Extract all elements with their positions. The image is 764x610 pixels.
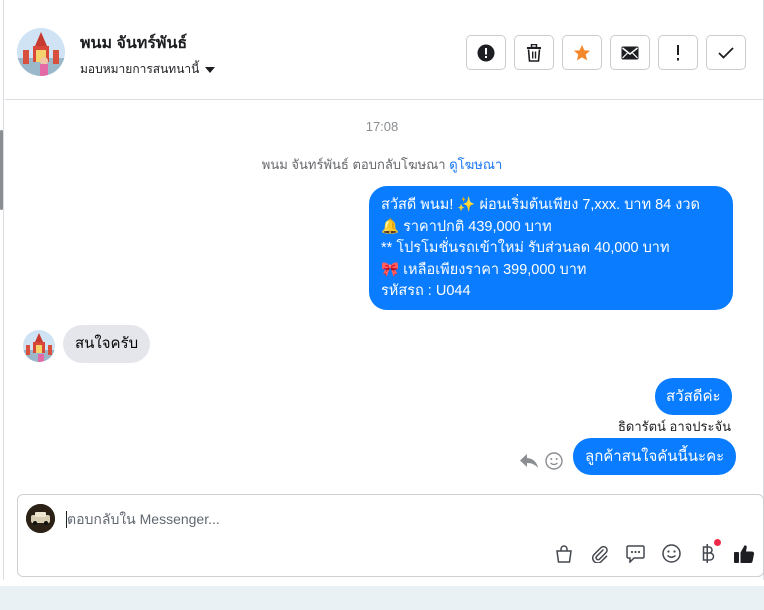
message-timestamp: 17:08 — [365, 119, 399, 134]
contact-name[interactable]: พนม จันทร์พันธ์ — [80, 31, 187, 56]
saved-replies-button[interactable] — [624, 542, 647, 565]
shop-button[interactable] — [552, 542, 575, 565]
baht-icon — [702, 544, 714, 563]
check-icon — [718, 46, 734, 59]
message-composer — [17, 494, 764, 577]
contact-avatar[interactable] — [17, 28, 65, 76]
page-avatar — [26, 504, 55, 533]
payment-button[interactable] — [696, 539, 721, 565]
trash-icon — [527, 43, 541, 62]
star-button[interactable] — [562, 35, 602, 70]
exclamation-icon — [677, 44, 679, 60]
ad-reply-notice: พนม จันทร์พันธ์ ตอบกลับโฆษณา ดูโฆษณา — [0, 154, 764, 175]
outgoing-promo-message[interactable]: สวัสดี พนม! ✨ ผ่อนเริ่มต้นเพียง 7,xxx. บ… — [369, 186, 733, 310]
inbox-conversation-panel: พนม จันทร์พันธ์ มอบหมายการสนทนานี้ 17:08… — [0, 0, 764, 610]
incoming-message[interactable]: สนใจครับ — [63, 325, 151, 363]
view-ad-link[interactable]: ดูโฆษณา — [449, 157, 502, 172]
caret-down-icon — [205, 66, 216, 73]
promo-line: รหัสรถ : U044 — [381, 283, 471, 299]
mark-done-button[interactable] — [706, 35, 746, 70]
react-smiley-icon[interactable] — [545, 452, 563, 470]
assign-conversation-dropdown[interactable]: มอบหมายการสนทนานี้ — [80, 60, 216, 79]
outgoing-message[interactable]: สวัสดีค่ะ — [655, 378, 732, 415]
promo-line: 🔔 ราคาปกติ 439,000 บาท — [381, 218, 552, 235]
bottom-background — [0, 586, 764, 610]
delete-button[interactable] — [514, 35, 554, 70]
reply-input[interactable] — [67, 507, 667, 531]
spam-button[interactable] — [466, 35, 506, 70]
conversation-header: พนม จันทร์พันธ์ มอบหมายการสนทนานี้ — [5, 6, 763, 100]
attach-button[interactable] — [588, 542, 611, 565]
alert-circle-icon — [477, 44, 495, 61]
paperclip-icon — [591, 545, 608, 563]
incoming-avatar[interactable] — [23, 330, 55, 362]
header-actions — [466, 35, 746, 70]
shopping-bag-icon — [555, 544, 572, 563]
thumbs-up-icon — [733, 544, 754, 563]
reply-icon[interactable] — [519, 453, 539, 469]
follow-up-button[interactable] — [658, 35, 698, 70]
composer-toolbar — [552, 539, 755, 565]
promo-line: ** โปรโมชั่นรถเข้าใหม่ รับส่วนลด 40,000 … — [381, 240, 670, 256]
ad-reply-text: พนม จันทร์พันธ์ ตอบกลับโฆษณา — [261, 157, 446, 172]
envelope-icon — [621, 46, 639, 59]
like-button[interactable] — [732, 542, 755, 565]
assign-label: มอบหมายการสนทนานี้ — [80, 62, 200, 76]
star-icon — [573, 44, 591, 60]
smiley-icon — [662, 544, 681, 563]
message-actions — [519, 452, 563, 470]
mark-unread-button[interactable] — [610, 35, 650, 70]
promo-line: สวัสดี พนม! ✨ ผ่อนเริ่มต้นเพียง 7,xxx. บ… — [381, 197, 700, 213]
emoji-button[interactable] — [660, 542, 683, 565]
agent-name: ธิดารัตน์ อาจประจัน — [617, 419, 731, 434]
promo-line: 🎀 เหลือเพียงราคา 399,000 บาท — [381, 261, 587, 278]
left-panel-edge — [0, 0, 4, 580]
notification-dot — [714, 539, 721, 546]
chat-bubble-dots-icon — [626, 544, 645, 563]
outgoing-message[interactable]: ลูกค้าสนใจคันนี้นะคะ — [573, 438, 737, 475]
